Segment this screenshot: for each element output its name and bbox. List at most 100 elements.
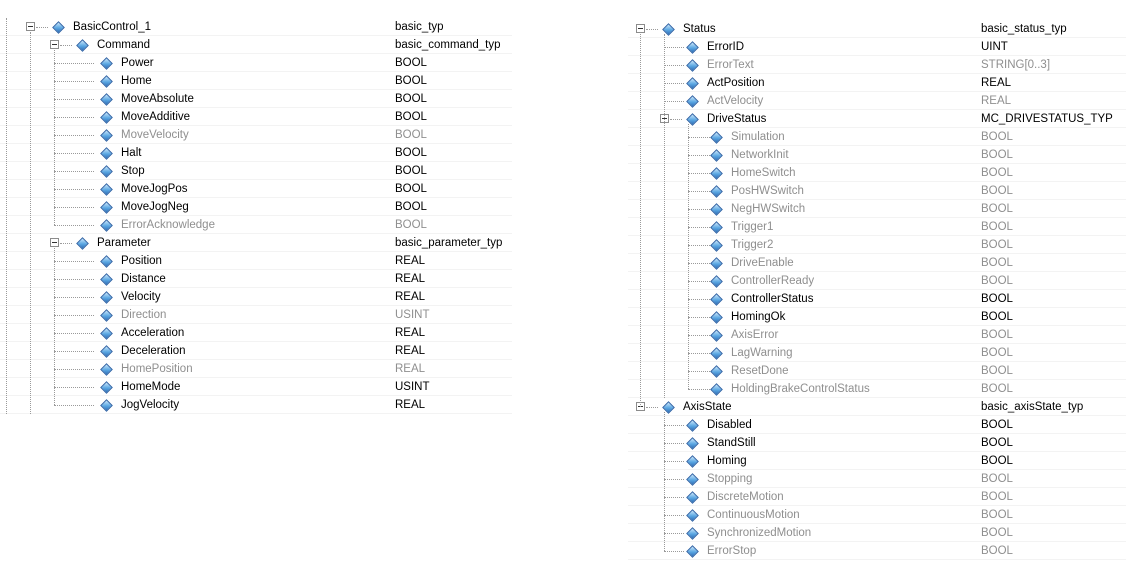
tree-guide-line <box>54 50 55 225</box>
tree-connector <box>688 353 712 354</box>
tree-item[interactable]: MoveAbsolute BOOL <box>0 90 512 108</box>
tree-item[interactable]: MoveVelocity BOOL <box>0 126 512 144</box>
variable-icon <box>100 327 113 340</box>
tree-item[interactable]: ActPosition REAL <box>628 74 1126 92</box>
tree-item[interactable]: Homing BOOL <box>628 452 1126 470</box>
tree-node-command[interactable]: Command basic_command_typ <box>0 36 512 54</box>
tree-item[interactable]: Power BOOL <box>0 54 512 72</box>
tree-item[interactable]: MoveAdditive BOOL <box>0 108 512 126</box>
tree-item[interactable]: HomeMode USINT <box>0 378 512 396</box>
variable-icon <box>710 311 723 324</box>
variable-name: SynchronizedMotion <box>707 527 812 539</box>
tree-item[interactable]: Deceleration REAL <box>0 342 512 360</box>
variable-type: BOOL <box>981 203 1013 215</box>
tree-node-parameter[interactable]: Parameter basic_parameter_typ <box>0 234 512 252</box>
variable-name: Stopping <box>707 473 753 485</box>
tree-node-status[interactable]: Status basic_status_typ <box>628 20 1126 38</box>
tree-item[interactable]: Halt BOOL <box>0 144 512 162</box>
tree-item[interactable]: Position REAL <box>0 252 512 270</box>
variable-type: BOOL <box>981 257 1013 269</box>
tree-item[interactable]: JogVelocity REAL <box>0 396 512 414</box>
tree-connector <box>688 173 712 174</box>
tree-item[interactable]: ControllerReady BOOL <box>628 272 1126 290</box>
tree-connector <box>54 207 94 208</box>
variable-type: basic_axisState_typ <box>981 401 1084 413</box>
variable-type: BOOL <box>981 491 1013 503</box>
variable-type: BOOL <box>981 311 1013 323</box>
tree-item[interactable]: DriveEnable BOOL <box>628 254 1126 272</box>
tree-item[interactable]: Simulation BOOL <box>628 128 1126 146</box>
tree-item[interactable]: ContinuousMotion BOOL <box>628 506 1126 524</box>
collapse-icon[interactable] <box>50 238 59 247</box>
tree-connector <box>688 335 712 336</box>
tree-item[interactable]: ResetDone BOOL <box>628 362 1126 380</box>
tree-item[interactable]: HomeSwitch BOOL <box>628 164 1126 182</box>
tree-connector <box>688 371 712 372</box>
tree-item[interactable]: MoveJogPos BOOL <box>0 180 512 198</box>
tree-item[interactable]: Velocity REAL <box>0 288 512 306</box>
tree-item[interactable]: ErrorAcknowledge BOOL <box>0 216 512 234</box>
tree-item[interactable]: SynchronizedMotion BOOL <box>628 524 1126 542</box>
variable-type: STRING[0..3] <box>981 59 1051 71</box>
variable-icon <box>686 437 699 450</box>
tree-item[interactable]: ActVelocity REAL <box>628 92 1126 110</box>
tree-item[interactable]: Home BOOL <box>0 72 512 90</box>
tree-item[interactable]: ControllerStatus BOOL <box>628 290 1126 308</box>
tree-item[interactable]: ErrorStop BOOL <box>628 542 1126 560</box>
tree-item[interactable]: LagWarning BOOL <box>628 344 1126 362</box>
tree-node-axisstate[interactable]: AxisState basic_axisState_typ <box>628 398 1126 416</box>
tree-item[interactable]: Stopping BOOL <box>628 470 1126 488</box>
variable-name: ErrorText <box>707 59 754 71</box>
variable-icon <box>710 239 723 252</box>
collapse-icon[interactable] <box>50 40 59 49</box>
variable-name: AxisState <box>683 401 732 413</box>
variable-name: ContinuousMotion <box>707 509 800 521</box>
tree-item[interactable]: ErrorText STRING[0..3] <box>628 56 1126 74</box>
tree-connector <box>54 81 94 82</box>
tree-item[interactable]: HoldingBrakeControlStatus BOOL <box>628 380 1126 398</box>
variable-type: BOOL <box>395 183 427 195</box>
variable-icon <box>710 329 723 342</box>
tree-item[interactable]: Direction USINT <box>0 306 512 324</box>
tree-node-drivestatus[interactable]: DriveStatus MC_DRIVESTATUS_TYP <box>628 110 1126 128</box>
tree-item[interactable]: Stop BOOL <box>0 162 512 180</box>
tree-connector <box>54 297 94 298</box>
tree-connector <box>664 551 684 552</box>
tree-item[interactable]: NetworkInit BOOL <box>628 146 1126 164</box>
variable-name: Trigger2 <box>731 239 774 251</box>
variable-name: ErrorID <box>707 41 745 53</box>
variable-name: ErrorAcknowledge <box>121 219 215 231</box>
tree-item[interactable]: MoveJogNeg BOOL <box>0 198 512 216</box>
tree-connector <box>54 153 94 154</box>
variable-type: BOOL <box>981 149 1013 161</box>
tree-item[interactable]: HomePosition REAL <box>0 360 512 378</box>
variable-name: Deceleration <box>121 345 186 357</box>
tree-item[interactable]: NegHWSwitch BOOL <box>628 200 1126 218</box>
tree-item[interactable]: Distance REAL <box>0 270 512 288</box>
variable-type: BOOL <box>395 219 427 231</box>
tree-connector <box>664 497 684 498</box>
tree-item[interactable]: DiscreteMotion BOOL <box>628 488 1126 506</box>
tree-item[interactable]: Acceleration REAL <box>0 324 512 342</box>
tree-item[interactable]: Disabled BOOL <box>628 416 1126 434</box>
variable-type: BOOL <box>981 383 1013 395</box>
tree-item[interactable]: StandStill BOOL <box>628 434 1126 452</box>
collapse-icon[interactable] <box>636 24 645 33</box>
tree-node-basiccontrol[interactable]: BasicControl_1 basic_typ <box>0 18 512 36</box>
tree-item[interactable]: ErrorID UINT <box>628 38 1126 56</box>
variable-icon <box>100 363 113 376</box>
tree-item[interactable]: Trigger2 BOOL <box>628 236 1126 254</box>
tree-item[interactable]: Trigger1 BOOL <box>628 218 1126 236</box>
tree-item[interactable]: HomingOk BOOL <box>628 308 1126 326</box>
tree-connector <box>664 479 684 480</box>
collapse-icon[interactable] <box>26 22 35 31</box>
variable-type: BOOL <box>395 93 427 105</box>
variable-name: HomeSwitch <box>731 167 796 179</box>
tree-item[interactable]: PosHWSwitch BOOL <box>628 182 1126 200</box>
tree-item[interactable]: AxisError BOOL <box>628 326 1126 344</box>
variable-type: REAL <box>981 95 1012 107</box>
variable-name: BasicControl_1 <box>73 21 151 33</box>
tree-guide-line <box>640 34 641 407</box>
variable-icon <box>710 149 723 162</box>
tree-connector <box>54 261 94 262</box>
